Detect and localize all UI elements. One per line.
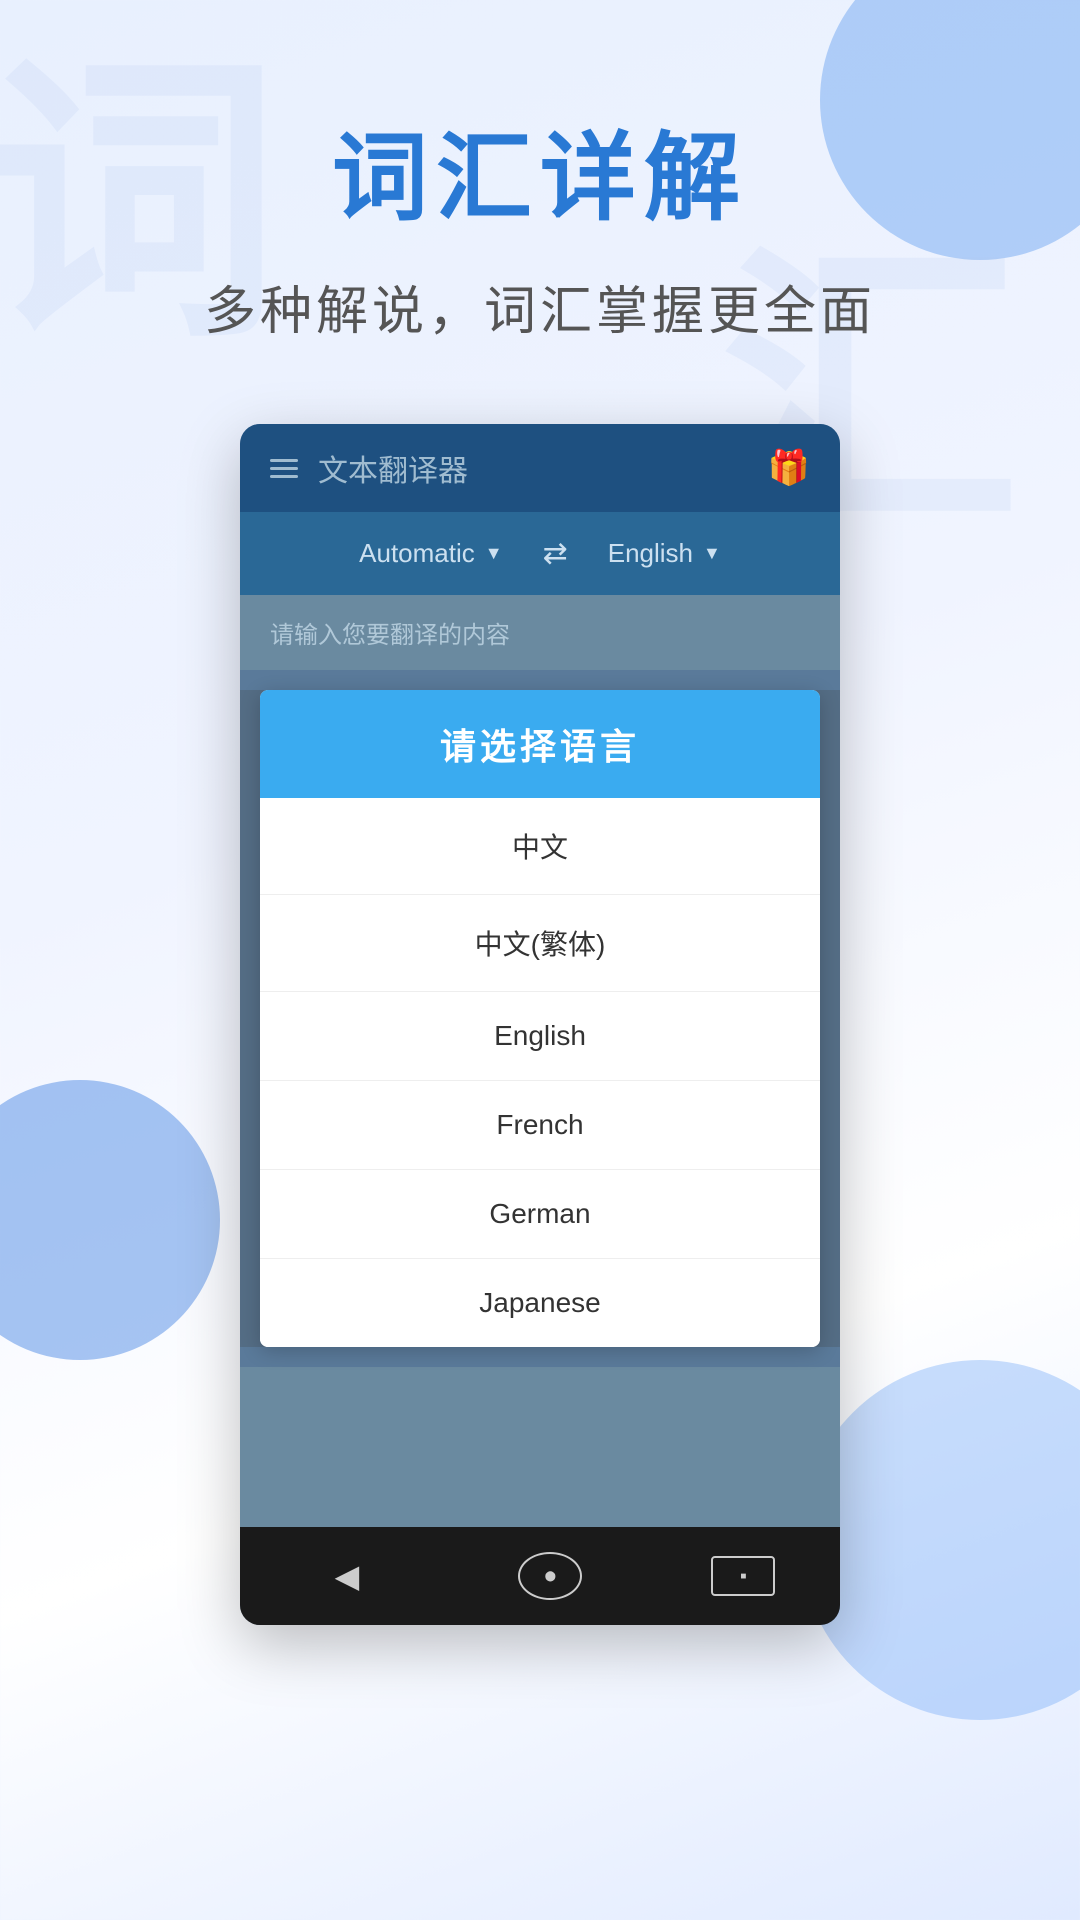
source-language-button[interactable]: Automatic ▼ — [339, 530, 522, 577]
gift-icon[interactable]: 🎁 — [768, 448, 810, 488]
dialog-title: 请选择语言 — [440, 726, 640, 767]
hamburger-menu-icon[interactable] — [270, 459, 298, 478]
language-option-chinese-traditional[interactable]: 中文(繁体) — [260, 895, 820, 992]
language-selection-dialog: 请选择语言 中文 中文(繁体) English French German Ja… — [260, 690, 820, 1347]
home-button[interactable]: ⬤ — [518, 1552, 582, 1600]
language-option-chinese[interactable]: 中文 — [260, 798, 820, 895]
app-title-label: 文本翻译器 — [318, 446, 468, 490]
language-option-german[interactable]: German — [260, 1170, 820, 1259]
translation-input-area[interactable]: 请输入您要翻译的内容 — [240, 595, 840, 670]
language-selector-bar: Automatic ▼ ⇄ English ▼ — [240, 512, 840, 595]
target-language-button[interactable]: English ▼ — [588, 530, 741, 577]
hero-title: 词汇详解 — [332, 100, 748, 239]
app-mockup: 文本翻译器 🎁 Automatic ▼ ⇄ English ▼ 请输入您要翻译的… — [240, 424, 840, 1625]
source-language-dropdown-arrow: ▼ — [485, 543, 503, 564]
dialog-overlay: 请选择语言 中文 中文(繁体) English French German Ja… — [240, 690, 840, 1347]
app-header: 文本翻译器 🎁 — [240, 424, 840, 512]
bottom-navigation-bar: ◀ ⬤ ■ — [240, 1527, 840, 1625]
dialog-background-overlay: 请选择语言 中文 中文(繁体) English French German Ja… — [240, 690, 840, 1347]
language-option-japanese[interactable]: Japanese — [260, 1259, 820, 1347]
input-placeholder-text: 请输入您要翻译的内容 — [270, 622, 510, 649]
dialog-header: 请选择语言 — [260, 690, 820, 798]
hero-subtitle: 多种解说，词汇掌握更全面 — [204, 269, 876, 344]
language-list: 中文 中文(繁体) English French German Japanese — [260, 798, 820, 1347]
language-option-french[interactable]: French — [260, 1081, 820, 1170]
swap-languages-icon[interactable]: ⇄ — [523, 536, 588, 571]
target-language-dropdown-arrow: ▼ — [703, 543, 721, 564]
language-option-english[interactable]: English — [260, 992, 820, 1081]
app-header-left: 文本翻译器 — [270, 446, 468, 490]
app-content-below-dialog — [240, 1367, 840, 1527]
recents-button[interactable]: ■ — [711, 1556, 775, 1596]
back-button[interactable]: ◀ — [305, 1547, 390, 1605]
target-language-label: English — [608, 538, 693, 569]
source-language-label: Automatic — [359, 538, 475, 569]
